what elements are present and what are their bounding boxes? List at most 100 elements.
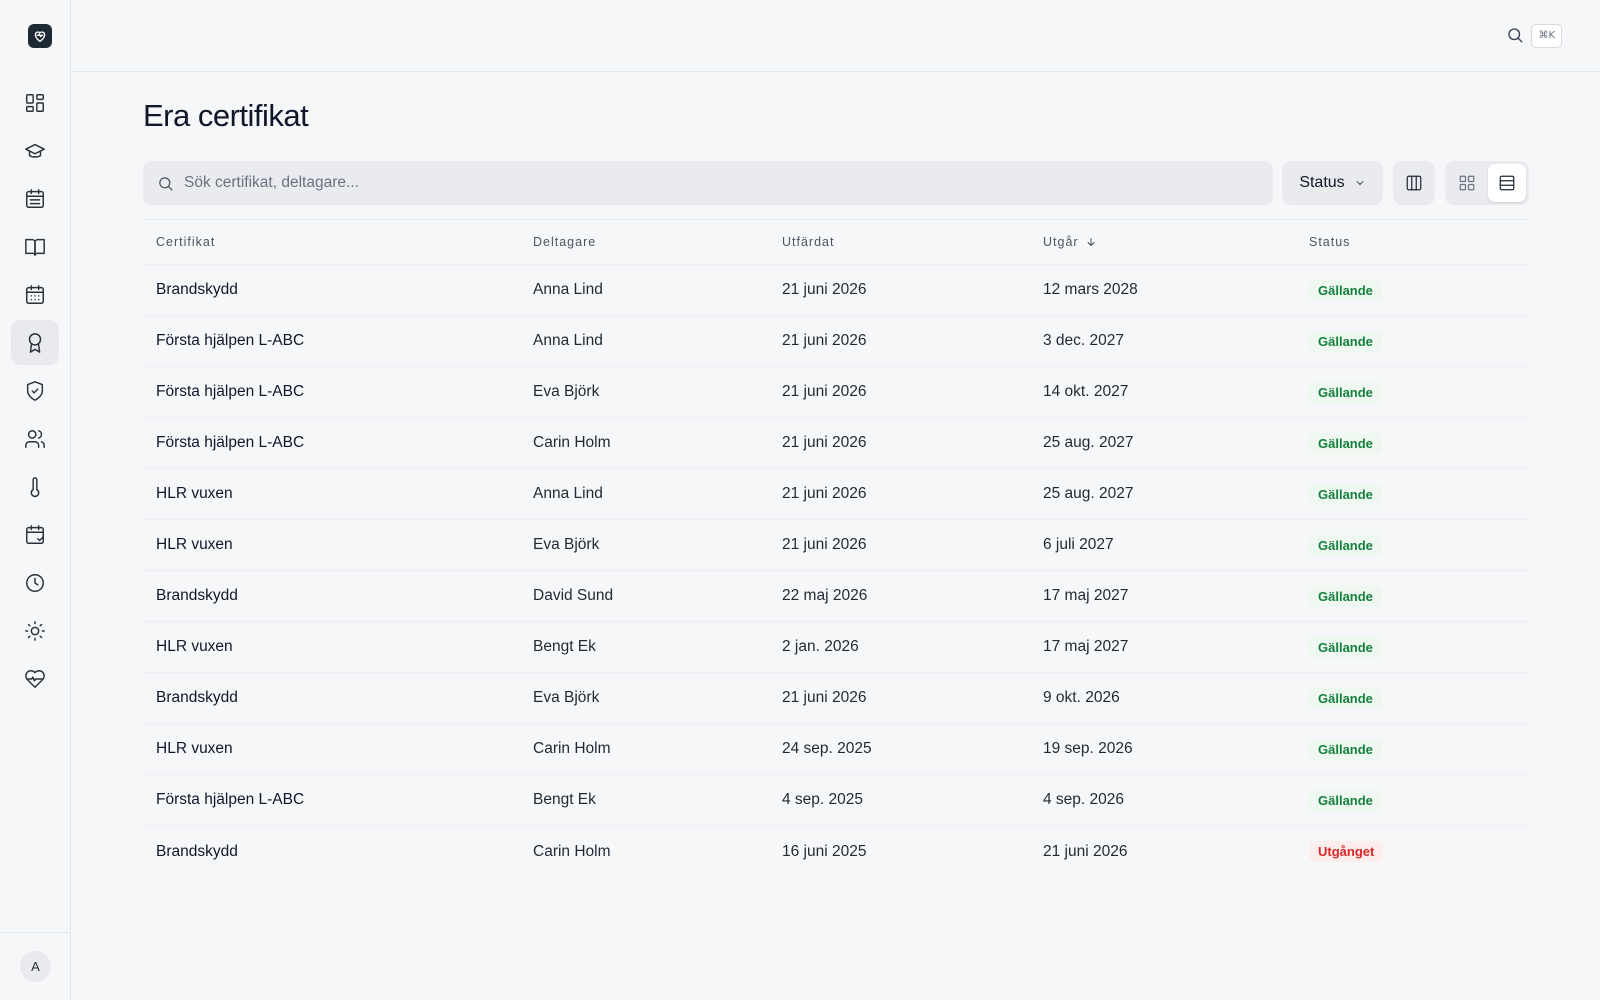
nav-item-bookings[interactable] xyxy=(11,512,59,557)
nav-item-dashboard[interactable] xyxy=(11,80,59,125)
table-row[interactable]: HLR vuxen Eva Björk 21 juni 2026 6 juli 202… xyxy=(143,520,1529,571)
column-header-participant[interactable]: Deltagare xyxy=(533,235,782,249)
cell-expires: 19 sep. 2026 xyxy=(1043,740,1133,757)
calendar-icon xyxy=(26,284,44,304)
column-header-status[interactable]: Status xyxy=(1309,235,1529,249)
cell-expires: 25 aug. 2027 xyxy=(1043,434,1134,451)
column-header-expires-label: Utgår xyxy=(1043,235,1079,249)
table-row[interactable]: HLR vuxen Anna Lind 21 juni 2026 25 aug. 20… xyxy=(143,469,1529,520)
arrow-down-icon xyxy=(1087,238,1095,246)
cell-certificate: Brandskydd xyxy=(156,689,238,706)
graduation-cap-icon xyxy=(25,143,45,158)
table-row[interactable]: Första hjälpen L-ABC Carin Holm 21 juni 20… xyxy=(143,418,1529,469)
users-icon xyxy=(25,429,45,448)
cell-status: Utgånget xyxy=(1309,841,1529,862)
status-badge: Gällande xyxy=(1309,636,1382,658)
grid-view-button[interactable] xyxy=(1448,164,1486,202)
heart-pulse-icon xyxy=(25,669,45,688)
sun-icon xyxy=(25,620,45,641)
grid-icon xyxy=(1459,175,1475,191)
avatar[interactable]: A xyxy=(20,951,51,982)
cell-status: Gällande xyxy=(1309,432,1529,454)
search-field[interactable] xyxy=(143,161,1273,205)
cell-expires: 21 juni 2026 xyxy=(1043,842,1128,860)
cell-expires: 6 juli 2027 xyxy=(1043,536,1114,553)
columns-button[interactable] xyxy=(1393,161,1435,205)
cell-issued: 21 juni 2026 xyxy=(782,383,867,400)
cell-expires: 3 dec. 2027 xyxy=(1043,332,1125,349)
nav-item-courses[interactable] xyxy=(11,128,59,173)
status-filter-label: Status xyxy=(1299,174,1345,191)
nav-item-schedule[interactable] xyxy=(11,176,59,221)
nav-item-users[interactable] xyxy=(11,416,59,461)
column-header-certificate[interactable]: Certifikat xyxy=(143,235,533,249)
cell-issued: 2 jan. 2026 xyxy=(782,638,859,655)
cell-status: Gällande xyxy=(1309,687,1529,709)
nav-item-library[interactable] xyxy=(11,224,59,269)
table-view-button[interactable] xyxy=(1488,164,1526,202)
nav-item-theme[interactable] xyxy=(11,608,59,653)
nav-item-temperature[interactable] xyxy=(11,464,59,509)
sidebar-footer: A xyxy=(0,932,70,1000)
cell-status: Gällande xyxy=(1309,381,1529,403)
nav-item-calendar[interactable] xyxy=(11,272,59,317)
table-row[interactable]: HLR vuxen Bengt Ek 2 jan. 2026 17 maj 2027 G… xyxy=(143,622,1529,673)
toolbar: Status xyxy=(143,161,1529,205)
cell-participant: Carin Holm xyxy=(533,434,611,451)
status-badge: Gällande xyxy=(1309,483,1382,505)
status-badge: Gällande xyxy=(1309,738,1382,760)
cell-expires: 9 okt. 2026 xyxy=(1043,689,1120,706)
search-input[interactable] xyxy=(184,174,1264,192)
search-icon xyxy=(159,176,173,191)
global-search-button[interactable] xyxy=(1506,26,1526,46)
nav-item-health[interactable] xyxy=(11,656,59,701)
cell-participant: Bengt Ek xyxy=(533,638,596,655)
app-logo[interactable] xyxy=(28,24,52,48)
table-row[interactable]: Första hjälpen L-ABC Eva Björk 21 juni 202… xyxy=(143,367,1529,418)
table-row[interactable]: Första hjälpen L-ABC Anna Lind 21 juni 202… xyxy=(143,316,1529,367)
cell-participant: Eva Björk xyxy=(533,383,600,400)
cell-issued: 16 juni 2025 xyxy=(782,842,867,860)
status-badge: Gällande xyxy=(1309,432,1382,454)
cell-expires: 14 okt. 2027 xyxy=(1043,383,1129,400)
cell-participant: Eva Björk xyxy=(533,536,600,553)
cell-issued: 24 sep. 2025 xyxy=(782,740,872,757)
table-row[interactable]: Brandskydd Eva Björk 21 juni 2026 9 okt. 20… xyxy=(143,673,1529,724)
status-badge: Gällande xyxy=(1309,687,1382,709)
table-row[interactable]: Brandskydd David Sund 22 maj 2026 17 maj 20… xyxy=(143,571,1529,622)
view-toggle xyxy=(1445,161,1529,205)
cell-issued: 21 juni 2026 xyxy=(782,689,867,706)
nav-item-safety[interactable] xyxy=(11,368,59,413)
table-row[interactable]: Första hjälpen L-ABC Bengt Ek 4 sep. 2025 4… xyxy=(143,775,1529,826)
cell-status: Gällande xyxy=(1309,738,1529,760)
status-badge: Utgånget xyxy=(1309,841,1384,862)
status-filter-button[interactable]: Status xyxy=(1282,161,1383,205)
nav-item-history[interactable] xyxy=(11,560,59,605)
certificates-table: Certifikat Deltagare Utfärdat Utgår Stat… xyxy=(143,219,1529,877)
cell-issued: 4 sep. 2025 xyxy=(782,791,864,808)
cell-issued: 21 juni 2026 xyxy=(782,281,867,298)
cell-status: Gällande xyxy=(1309,483,1529,505)
cell-status: Gällande xyxy=(1309,330,1529,352)
cell-issued: 22 maj 2026 xyxy=(782,587,868,604)
cell-certificate: Brandskydd xyxy=(156,587,238,604)
column-header-expires[interactable]: Utgår xyxy=(1043,235,1309,249)
sidebar-nav xyxy=(11,80,59,704)
table-header: Certifikat Deltagare Utfärdat Utgår Stat… xyxy=(143,220,1529,265)
calendar-check-icon xyxy=(26,524,44,544)
cell-certificate: Brandskydd xyxy=(156,842,238,860)
status-badge: Gällande xyxy=(1309,534,1382,556)
table-row[interactable]: Brandskydd Carin Holm 16 juni 2025 21 juni … xyxy=(143,826,1529,877)
column-header-issued[interactable]: Utfärdat xyxy=(782,235,1043,249)
status-badge: Gällande xyxy=(1309,330,1382,352)
thermometer-icon xyxy=(30,476,40,497)
dashboard-icon xyxy=(26,93,44,112)
status-badge: Gällande xyxy=(1309,381,1382,403)
page-title: Era certifikat xyxy=(143,98,309,133)
cell-issued: 21 juni 2026 xyxy=(782,536,867,553)
cell-participant: Anna Lind xyxy=(533,281,603,298)
table-row[interactable]: Brandskydd Anna Lind 21 juni 2026 12 mars 2… xyxy=(143,265,1529,316)
cell-status: Gällande xyxy=(1309,534,1529,556)
nav-item-certificates[interactable] xyxy=(11,320,59,365)
table-row[interactable]: HLR vuxen Carin Holm 24 sep. 2025 19 sep. 2… xyxy=(143,724,1529,775)
